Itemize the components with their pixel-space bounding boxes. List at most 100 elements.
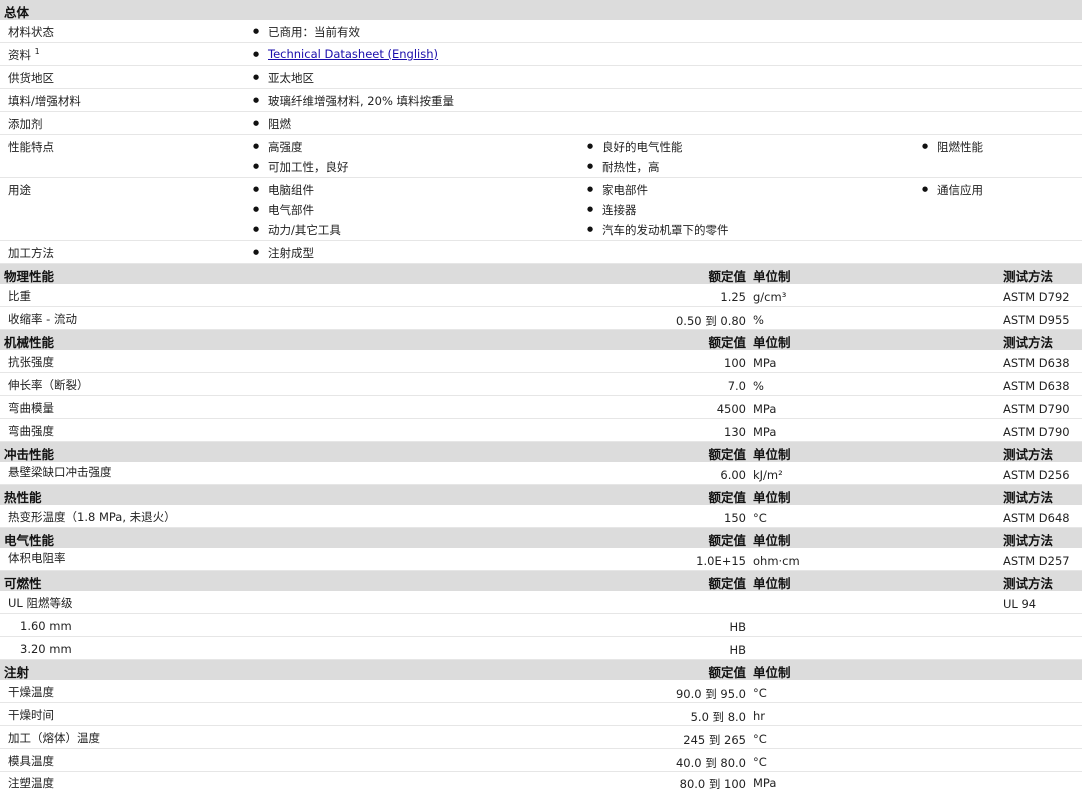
section-header-electrical: 电气性能 额定值 单位制 测试方法 — [0, 528, 1082, 548]
nominal-header: 额定值 — [708, 665, 746, 680]
property-row: 收缩率 - 流动 0.50 到 0.80 % ASTM D955 — [0, 307, 1082, 330]
test-method: ASTM D638 — [1003, 379, 1070, 393]
datasheet-link[interactable]: Technical Datasheet (English) — [268, 47, 438, 61]
method-header: 测试方法 — [1003, 335, 1054, 350]
section-title: 机械性能 — [4, 335, 55, 350]
row-label: 材料状态 — [8, 25, 54, 39]
unit-header: 单位制 — [753, 665, 791, 680]
feature-item: 阻燃性能 — [922, 139, 983, 155]
row-value: 注射成型 — [253, 245, 314, 261]
value-to: 8.0 — [727, 710, 746, 724]
property-unit: MPa — [753, 425, 777, 439]
property-row: 体积电阻率 1.0E+15 ohm·cm ASTM D257 — [0, 548, 1082, 571]
test-method: ASTM D790 — [1003, 402, 1070, 416]
property-row: 伸长率（断裂） 7.0 % ASTM D638 — [0, 373, 1082, 396]
unit-header: 单位制 — [753, 335, 791, 350]
use-item: 家电部件 — [587, 182, 648, 198]
property-row: 抗张强度 100 MPa ASTM D638 — [0, 350, 1082, 373]
method-header: 测试方法 — [1003, 533, 1054, 548]
test-method: ASTM D256 — [1003, 468, 1070, 482]
method-header: 测试方法 — [1003, 576, 1054, 591]
property-unit: % — [753, 313, 764, 327]
property-label: 弯曲模量 — [8, 401, 54, 415]
property-value: 7.0 — [727, 379, 746, 393]
property-label: 热变形温度（1.8 MPa, 未退火） — [8, 510, 176, 524]
property-unit: g/cm³ — [753, 290, 787, 304]
feature-item: 高强度 — [253, 139, 302, 155]
unit-header: 单位制 — [753, 533, 791, 548]
property-value: 100 — [724, 356, 746, 370]
unit-header: 单位制 — [753, 490, 791, 505]
property-label: 悬壁梁缺口冲击强度 — [8, 465, 112, 479]
value-from: 80.0 — [679, 777, 706, 791]
property-unit: °C — [753, 511, 767, 525]
general-row-processing: 加工方法 注射成型 — [0, 241, 1082, 264]
property-row: 干燥时间 5.0 到 8.0 hr — [0, 703, 1082, 726]
use-item: 电脑组件 — [253, 182, 314, 198]
row-label: 用途 — [8, 183, 31, 197]
property-unit: °C — [753, 755, 767, 769]
footnote-marker: 1 — [34, 47, 40, 57]
row-value: 已商用：当前有效 — [253, 24, 360, 40]
property-label: 3.20 mm — [20, 642, 72, 656]
property-label: 干燥时间 — [8, 708, 54, 722]
row-value: 亚太地区 — [253, 70, 314, 86]
property-row: 干燥温度 90.0 到 95.0 °C — [0, 680, 1082, 703]
feature-item: 耐热性，高 — [587, 159, 659, 175]
value-to: 95.0 — [720, 687, 746, 701]
use-item: 动力/其它工具 — [253, 222, 341, 238]
property-unit: °C — [753, 686, 767, 700]
general-row-uses: 用途 电脑组件 电气部件 动力/其它工具 家电部件 连接器 汽车的发动机罩下的零… — [0, 178, 1082, 241]
section-title: 冲击性能 — [4, 447, 55, 462]
section-title: 物理性能 — [4, 269, 55, 284]
row-value: 阻燃 — [253, 116, 291, 132]
nominal-header: 额定值 — [708, 269, 746, 284]
value-from: 5.0 — [690, 710, 709, 724]
property-unit: MPa — [753, 776, 777, 790]
property-row: 比重 1.25 g/cm³ ASTM D792 — [0, 284, 1082, 307]
nominal-header: 额定值 — [708, 533, 746, 548]
value-from: 0.50 — [675, 314, 702, 328]
row-label: 添加剂 — [8, 117, 43, 131]
section-title: 总体 — [4, 5, 30, 20]
nominal-header: 额定值 — [708, 447, 746, 462]
section-title: 电气性能 — [4, 533, 55, 548]
method-header: 测试方法 — [1003, 269, 1054, 284]
test-method: ASTM D790 — [1003, 425, 1070, 439]
section-header-impact: 冲击性能 额定值 单位制 测试方法 — [0, 442, 1082, 462]
use-item: 电气部件 — [253, 202, 314, 218]
property-label: 干燥温度 — [8, 685, 54, 699]
property-row: 弯曲模量 4500 MPa ASTM D790 — [0, 396, 1082, 419]
nominal-header: 额定值 — [708, 335, 746, 350]
property-row: 悬壁梁缺口冲击强度 6.00 kJ/m² ASTM D256 — [0, 462, 1082, 485]
value-to: 265 — [724, 733, 746, 747]
test-method: ASTM D638 — [1003, 356, 1070, 370]
property-unit: MPa — [753, 356, 777, 370]
property-label: 弯曲强度 — [8, 424, 54, 438]
row-label: 填料/增强材料 — [8, 94, 81, 108]
property-row: 弯曲强度 130 MPa ASTM D790 — [0, 419, 1082, 442]
property-label: 收缩率 - 流动 — [8, 312, 77, 326]
use-item: 通信应用 — [922, 182, 983, 198]
test-method: UL 94 — [1003, 597, 1037, 611]
property-value: 4500 — [716, 402, 746, 416]
property-row: 模具温度 40.0 到 80.0 °C — [0, 749, 1082, 772]
property-unit: kJ/m² — [753, 468, 783, 482]
general-row-filler: 填料/增强材料 玻璃纤维增强材料, 20% 填料按重量 — [0, 89, 1082, 112]
property-unit: MPa — [753, 402, 777, 416]
nominal-header: 额定值 — [708, 576, 746, 591]
property-label: 比重 — [8, 289, 31, 303]
property-row: UL 阻燃等级 UL 94 — [0, 591, 1082, 614]
value-from: 245 — [683, 733, 706, 747]
value-from: 90.0 — [675, 687, 702, 701]
use-item: 连接器 — [587, 202, 636, 218]
row-label: 供货地区 — [8, 71, 54, 85]
range-to: 到 — [705, 687, 717, 701]
property-unit: ohm·cm — [753, 554, 800, 568]
section-title: 可燃性 — [4, 576, 42, 591]
property-label: 模具温度 — [8, 754, 54, 768]
property-value: HB — [729, 620, 746, 634]
row-value: 玻璃纤维增强材料, 20% 填料按重量 — [253, 93, 454, 109]
section-header-injection: 注射 额定值 单位制 — [0, 660, 1082, 680]
section-title: 注射 — [4, 665, 30, 680]
